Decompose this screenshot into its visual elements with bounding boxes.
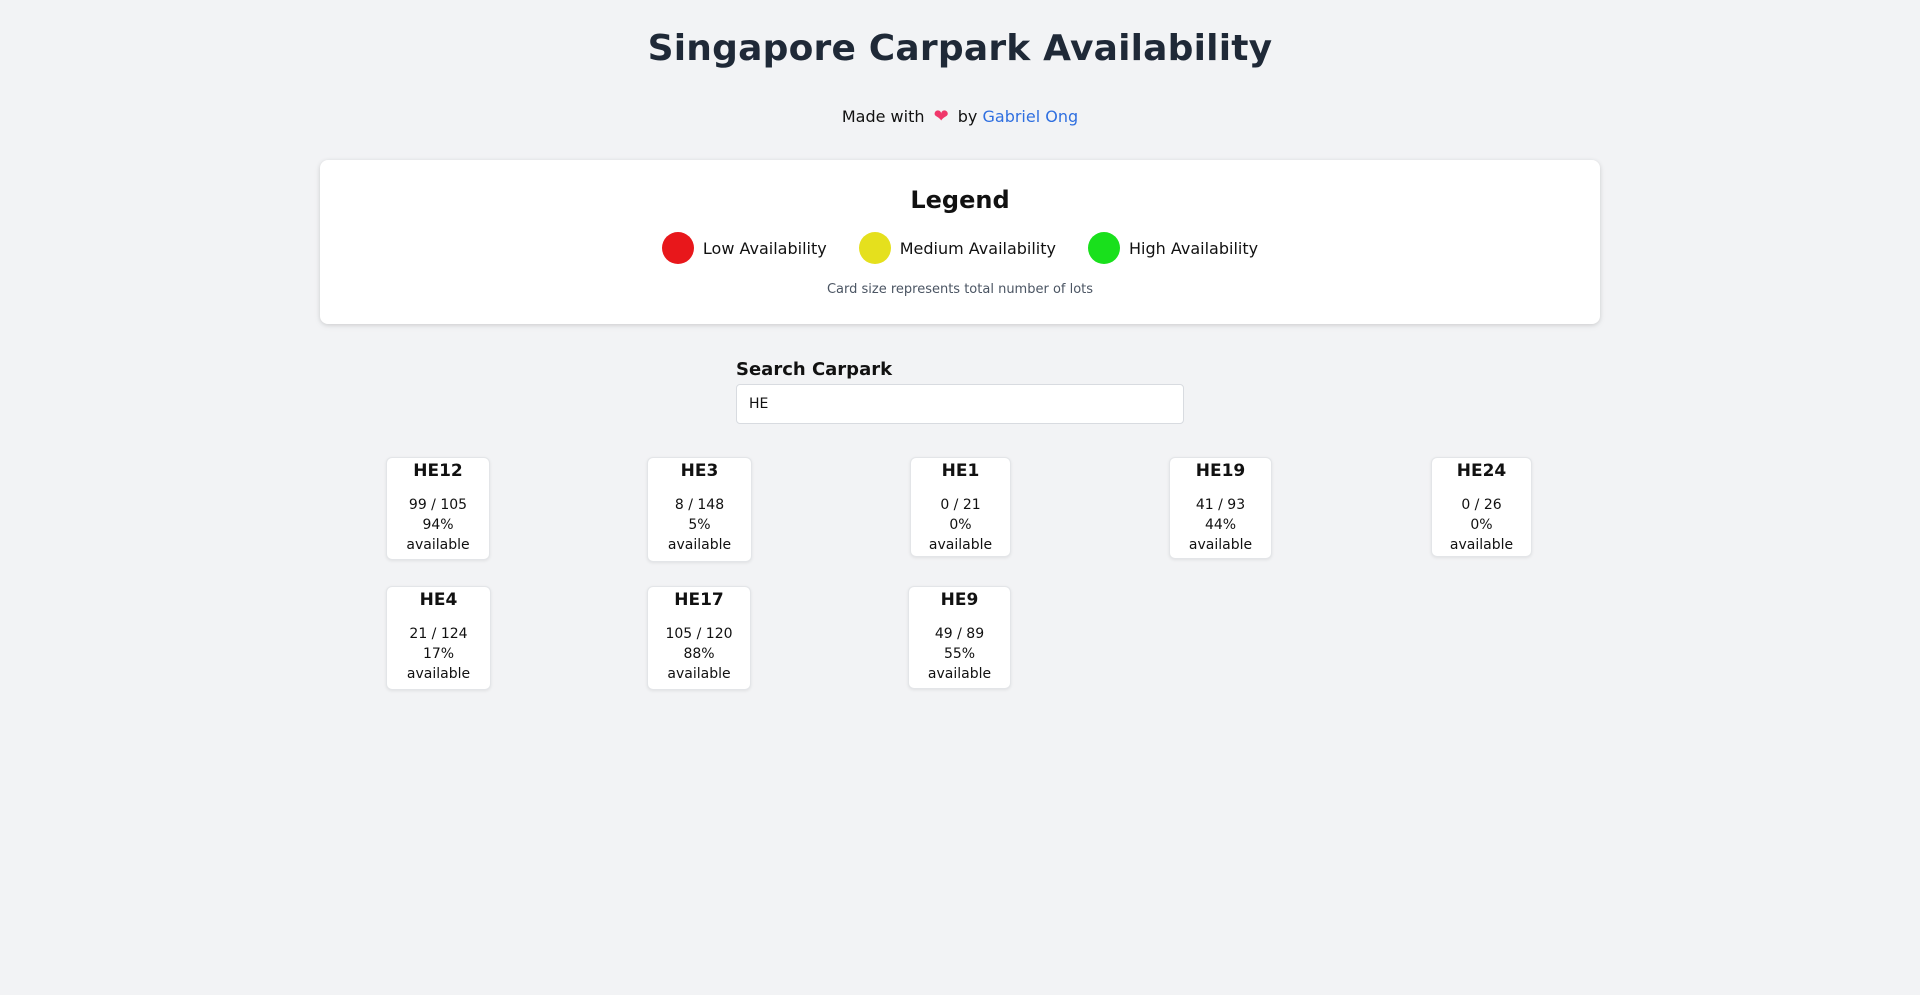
carpark-percent: 5%	[688, 517, 711, 533]
credit-prefix: Made with	[841, 107, 925, 126]
carpark-lots: 49 / 89	[934, 626, 985, 642]
carpark-name: HE9	[940, 590, 979, 610]
carpark-percent: 88%	[683, 646, 715, 662]
carpark-card[interactable]: HE12 99 / 105 94% available	[386, 457, 490, 560]
search-input[interactable]	[736, 384, 1184, 424]
carpark-percent: 94%	[422, 517, 454, 533]
carpark-card[interactable]: HE9 49 / 89 55% available	[908, 586, 1011, 689]
carpark-lots: 99 / 105	[408, 497, 468, 513]
legend-title: Legend	[910, 186, 1010, 214]
carpark-name: HE17	[674, 590, 724, 610]
carpark-name: HE24	[1456, 461, 1507, 481]
carpark-percent: 44%	[1204, 517, 1237, 533]
carpark-status: available	[1449, 537, 1514, 553]
legend-label-low: Low Availability	[702, 238, 827, 258]
carpark-status: available	[406, 537, 470, 553]
carpark-card[interactable]: HE4 21 / 124 17% available	[386, 586, 491, 690]
medium-availability-dot-icon	[858, 232, 891, 264]
carpark-lots: 0 / 26	[1461, 497, 1502, 513]
carpark-lots: 8 / 148	[674, 497, 725, 513]
legend-item-low: Low Availability	[661, 232, 827, 264]
legend-card: Legend Low Availability Medium Availabil…	[320, 160, 1600, 324]
heart-icon: ❤	[933, 106, 949, 127]
credit-by: by	[957, 107, 978, 126]
carpark-status: available	[406, 666, 471, 682]
carpark-name: HE3	[680, 461, 719, 481]
low-availability-dot-icon	[661, 232, 694, 264]
legend-item-high: High Availability	[1088, 232, 1258, 264]
legend-note: Card size represents total number of lot…	[826, 282, 1094, 297]
carpark-card[interactable]: HE1 0 / 21 0% available	[910, 457, 1011, 557]
carpark-name: HE19	[1195, 461, 1246, 481]
carpark-percent: 0%	[1470, 517, 1493, 533]
legend-item-medium: Medium Availability	[858, 232, 1056, 264]
carpark-status: available	[667, 537, 732, 553]
credit-line: Made with ❤ by Gabriel Ong	[0, 106, 1920, 127]
carpark-lots: 0 / 21	[940, 497, 981, 513]
carpark-percent: 0%	[949, 517, 972, 533]
carpark-percent: 55%	[943, 646, 976, 662]
search-label: Search Carpark	[736, 359, 893, 380]
carpark-lots: 105 / 120	[665, 626, 733, 642]
high-availability-dot-icon	[1088, 232, 1120, 264]
legend-label-medium: Medium Availability	[899, 238, 1056, 258]
carpark-lots: 21 / 124	[409, 626, 468, 642]
carpark-status: available	[1188, 537, 1253, 553]
carpark-card[interactable]: HE24 0 / 26 0% available	[1431, 457, 1532, 557]
legend-label-high: High Availability	[1129, 238, 1259, 258]
carpark-card[interactable]: HE19 41 / 93 44% available	[1169, 457, 1272, 559]
page: Singapore Carpark Availability Made with…	[0, 0, 1920, 995]
carpark-status: available	[927, 666, 992, 682]
carpark-percent: 17%	[422, 646, 455, 662]
carpark-card[interactable]: HE17 105 / 120 88% available	[647, 586, 751, 690]
page-title: Singapore Carpark Availability	[647, 28, 1273, 69]
carpark-status: available	[928, 537, 993, 553]
carpark-name: HE4	[419, 590, 458, 610]
carpark-name: HE12	[413, 461, 463, 481]
carpark-name: HE1	[941, 461, 980, 481]
author-link[interactable]: Gabriel Ong	[982, 107, 1078, 126]
carpark-lots: 41 / 93	[1195, 497, 1246, 513]
carpark-card[interactable]: HE3 8 / 148 5% available	[647, 457, 752, 562]
legend-items: Low Availability Medium Availability Hig…	[320, 232, 1600, 264]
carpark-status: available	[667, 666, 731, 682]
